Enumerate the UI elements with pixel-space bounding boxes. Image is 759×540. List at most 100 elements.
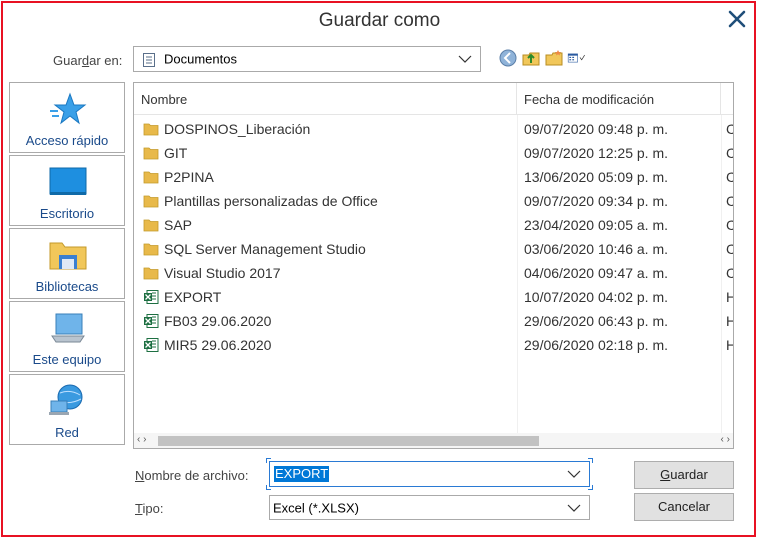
focus-corner (266, 458, 271, 463)
documents-icon (142, 52, 156, 68)
close-icon[interactable] (725, 7, 749, 31)
list-header: Nombre Fecha de modificación (134, 83, 733, 115)
file-name: FB03 29.06.2020 (164, 313, 272, 329)
file-row[interactable]: P2PINA 13/06/2020 05:09 p. m. C (134, 165, 733, 189)
file-name: P2PINA (164, 169, 214, 185)
place-label: Este equipo (32, 352, 102, 367)
scroll-right-icon[interactable]: ‹ › (721, 434, 730, 445)
place-label: Escritorio (39, 206, 95, 221)
scrollbar-thumb[interactable] (158, 436, 539, 446)
file-date: 09/07/2020 09:48 p. m. (524, 121, 668, 137)
chevron-down-icon (458, 55, 472, 63)
file-type: H (726, 337, 733, 353)
up-folder-icon[interactable] (521, 48, 541, 68)
file-date: 04/06/2020 09:47 a. m. (524, 265, 668, 281)
file-row[interactable]: SAP 23/04/2020 09:05 a. m. C (134, 213, 733, 237)
desktop-icon (48, 164, 88, 200)
filetype-label: Tipo: (135, 501, 164, 516)
file-type: C (726, 121, 733, 137)
folder-icon (143, 217, 159, 233)
folder-icon (143, 193, 159, 209)
file-name: SQL Server Management Studio (164, 241, 366, 257)
file-date: 23/04/2020 09:05 a. m. (524, 217, 668, 233)
file-date: 13/06/2020 05:09 p. m. (524, 169, 668, 185)
file-type: C (726, 145, 733, 161)
excel-file-icon (143, 337, 159, 353)
libraries-icon (48, 237, 88, 273)
file-type: H (726, 289, 733, 305)
place-label: Acceso rápido (25, 133, 109, 148)
file-type: C (726, 265, 733, 281)
file-date: 09/07/2020 09:34 p. m. (524, 193, 668, 209)
horizontal-scrollbar[interactable]: ‹ › ‹ › (134, 433, 733, 448)
file-list[interactable]: Nombre Fecha de modificación DOSPINOS_Li… (133, 82, 734, 449)
focus-corner (588, 485, 593, 490)
file-row[interactable]: SQL Server Management Studio 03/06/2020 1… (134, 237, 733, 261)
chevron-down-icon[interactable] (567, 470, 581, 478)
place-label: Bibliotecas (35, 279, 99, 294)
place-quick-access[interactable]: Acceso rápido (9, 82, 125, 153)
save-in-value: Documentos (164, 51, 237, 67)
save-button[interactable]: Guardar (634, 461, 734, 489)
file-name: DOSPINOS_Liberación (164, 121, 311, 137)
filetype-dropdown[interactable]: Excel (*.XLSX) (269, 495, 590, 520)
column-header-name[interactable]: Nombre (134, 83, 517, 115)
folder-icon (143, 265, 159, 281)
focus-corner (266, 485, 271, 490)
file-name: GIT (164, 145, 188, 161)
filename-input[interactable]: EXPORT (269, 461, 590, 487)
folder-icon (143, 169, 159, 185)
file-row[interactable]: FB03 29.06.2020 29/06/2020 06:43 p. m. H (134, 309, 733, 333)
filetype-value: Excel (*.XLSX) (273, 500, 359, 515)
file-date: 10/07/2020 04:02 p. m. (524, 289, 668, 305)
file-type: C (726, 241, 733, 257)
dialog-title: Guardar como (318, 10, 441, 31)
view-menu-icon[interactable] (567, 48, 601, 68)
place-label: Red (55, 425, 79, 440)
save-in-label: Guardar en: (53, 53, 123, 68)
file-row[interactable]: Visual Studio 2017 04/06/2020 09:47 a. m.… (134, 261, 733, 285)
filename-label: Nombre de archivo: (135, 468, 249, 483)
file-row[interactable]: GIT 09/07/2020 12:25 p. m. C (134, 141, 733, 165)
folder-icon (143, 241, 159, 257)
file-name: SAP (164, 217, 193, 233)
network-icon (48, 383, 88, 419)
folder-icon (143, 145, 159, 161)
file-row[interactable]: DOSPINOS_Liberación 09/07/2020 09:48 p. m… (134, 117, 733, 141)
file-type: C (726, 217, 733, 233)
place-desktop[interactable]: Escritorio (9, 155, 125, 226)
filename-value: EXPORT (274, 466, 330, 482)
file-name: Visual Studio 2017 (164, 265, 281, 281)
save-as-dialog: Guardar como Guardar en: Documentos Acce… (0, 0, 759, 540)
cancel-button[interactable]: Cancelar (634, 493, 734, 521)
file-date: 03/06/2020 10:46 a. m. (524, 241, 668, 257)
scroll-left-icon[interactable]: ‹ › (137, 434, 146, 445)
new-folder-icon[interactable] (544, 48, 564, 68)
chevron-down-icon (567, 504, 581, 512)
excel-file-icon (143, 289, 159, 305)
place-network[interactable]: Red (9, 374, 125, 445)
file-type: C (726, 193, 733, 209)
back-icon[interactable] (498, 48, 518, 68)
file-type: C (726, 169, 733, 185)
place-this-pc[interactable]: Este equipo (9, 301, 125, 372)
focus-corner (588, 458, 593, 463)
save-in-dropdown[interactable]: Documentos (133, 46, 481, 72)
file-date: 29/06/2020 02:18 p. m. (524, 337, 668, 353)
title-bar: Guardar como (0, 0, 759, 40)
file-type: H (726, 313, 733, 329)
star-icon (48, 91, 88, 127)
place-libraries[interactable]: Bibliotecas (9, 228, 125, 299)
file-date: 29/06/2020 06:43 p. m. (524, 313, 668, 329)
computer-icon (48, 310, 88, 346)
file-name: Plantillas personalizadas de Office (164, 193, 378, 209)
file-name: MIR5 29.06.2020 (164, 337, 272, 353)
folder-icon (143, 121, 159, 137)
column-header-type[interactable] (721, 83, 733, 115)
file-row[interactable]: EXPORT 10/07/2020 04:02 p. m. H (134, 285, 733, 309)
excel-file-icon (143, 313, 159, 329)
file-name: EXPORT (164, 289, 222, 305)
file-row[interactable]: Plantillas personalizadas de Office 09/07… (134, 189, 733, 213)
file-row[interactable]: MIR5 29.06.2020 29/06/2020 02:18 p. m. H (134, 333, 733, 357)
column-header-date[interactable]: Fecha de modificación (517, 83, 721, 115)
